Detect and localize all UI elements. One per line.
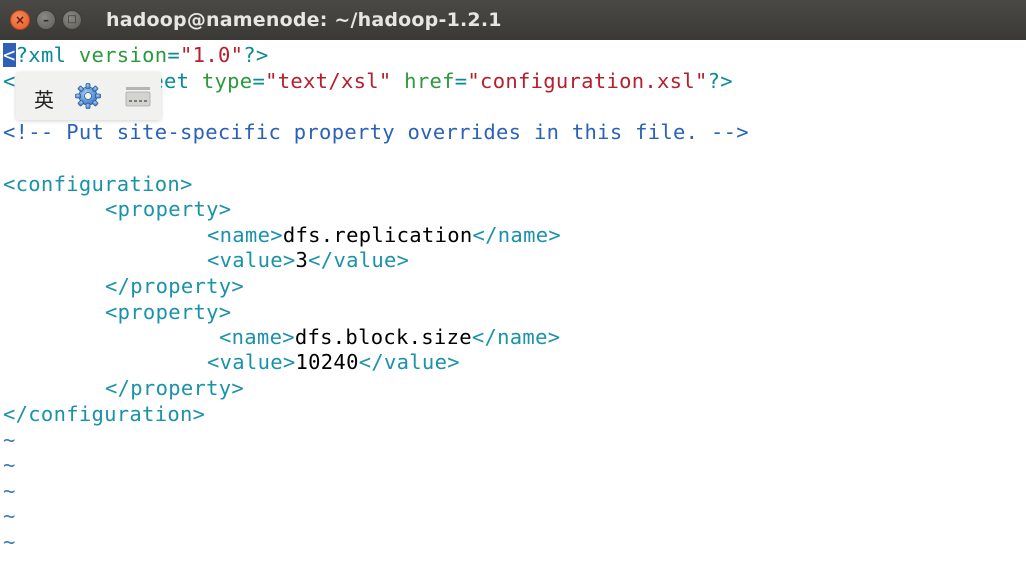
property-value-line: <value>10240</value> <box>207 350 460 375</box>
xml-decl: ?xml <box>15 43 67 67</box>
name-open-tag: <name> <box>219 325 295 349</box>
pi-end: ?> <box>707 69 733 93</box>
property-value-line: <value>3</value> <box>207 248 409 273</box>
property-name: dfs.replication <box>282 223 473 247</box>
configuration-open-tag: <configuration> <box>3 172 193 196</box>
minimize-icon: – <box>43 13 49 27</box>
value-open-tag: <value> <box>207 248 296 272</box>
empty-line-tilde: ~ <box>3 530 16 554</box>
pi-value-type: "text/xsl" <box>265 69 392 93</box>
keyboard-icon[interactable] <box>124 83 152 109</box>
terminal-window: × – □ hadoop@namenode: ~/hadoop-1.2.1 <?… <box>0 0 1026 564</box>
value-close-tag: </value> <box>308 248 410 272</box>
maximize-button[interactable]: □ <box>62 10 82 30</box>
name-close-tag: </name> <box>472 223 561 247</box>
property-name-line: <name>dfs.replication</name> <box>207 223 561 248</box>
minimize-button[interactable]: – <box>36 10 56 30</box>
property-name-line: <name>dfs.block.size</name> <box>219 325 560 350</box>
property-open-tag: <property> <box>105 300 232 324</box>
gear-icon[interactable] <box>74 82 102 110</box>
name-open-tag: <name> <box>207 223 283 247</box>
vim-editor[interactable]: <?xml version="1.0"?> < heet type="text/x… <box>0 40 1026 564</box>
empty-line-tilde: ~ <box>3 453 16 477</box>
empty-line-tilde: ~ <box>3 479 16 503</box>
property-open-tag: <property> <box>105 197 232 221</box>
pi-eq: = <box>252 69 266 93</box>
pi-attr-href: href <box>391 69 455 93</box>
pi-eq: = <box>454 69 468 93</box>
editor-comment-line: <!-- Put site-specific property override… <box>3 120 749 144</box>
close-button[interactable]: × <box>10 10 30 30</box>
close-icon: × <box>14 13 26 27</box>
ime-language-toggle[interactable]: 英 <box>34 84 54 113</box>
property-close-tag: </property> <box>105 376 245 400</box>
property-name: dfs.block.size <box>294 325 472 349</box>
name-close-tag: </name> <box>471 325 561 349</box>
ime-toolbar[interactable]: 英 <box>16 72 161 120</box>
xml-attr: version <box>66 43 168 67</box>
configuration-close-tag: </configuration> <box>3 402 206 426</box>
property-close-tag: </property> <box>105 274 245 298</box>
text-cursor: < <box>3 43 16 67</box>
maximize-icon: □ <box>67 14 77 25</box>
property-value: 10240 <box>295 350 359 374</box>
pi-value-href: "configuration.xsl" <box>467 69 708 93</box>
empty-line-tilde: ~ <box>3 428 16 452</box>
empty-line-tilde: ~ <box>3 504 16 528</box>
window-title: hadoop@namenode: ~/hadoop-1.2.1 <box>106 9 502 31</box>
xml-value: "1.0" <box>180 43 244 67</box>
pi-open: < <box>3 69 16 93</box>
value-open-tag: <value> <box>207 350 296 374</box>
value-close-tag: </value> <box>358 350 460 374</box>
editor-line-1: <?xml version="1.0"?> <box>3 43 269 68</box>
property-value: 3 <box>295 248 309 272</box>
xml-decl-end: ?> <box>243 43 269 67</box>
xml-eq: = <box>167 43 181 67</box>
title-bar[interactable]: × – □ hadoop@namenode: ~/hadoop-1.2.1 <box>0 0 1026 40</box>
pi-attr-type: type <box>189 69 253 93</box>
